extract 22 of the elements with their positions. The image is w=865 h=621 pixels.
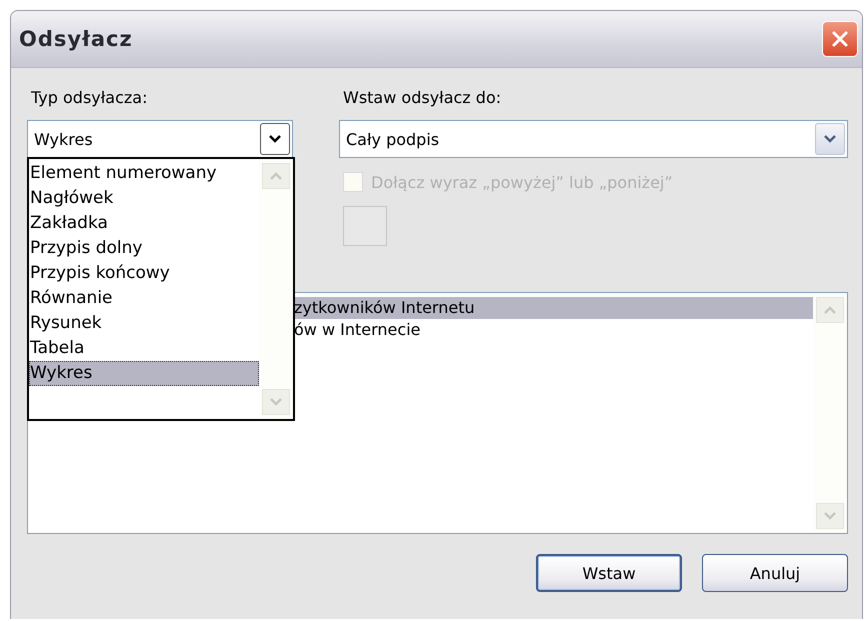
scroll-down-icon[interactable] [816, 503, 844, 529]
scroll-up-icon[interactable] [262, 163, 290, 189]
scroll-up-icon[interactable] [816, 297, 844, 323]
close-button[interactable] [822, 21, 858, 57]
caption-list-item[interactable]: ów w Internecie [294, 319, 813, 341]
dropdown-option[interactable]: Zakładka [29, 211, 259, 236]
dialog-button[interactable]: Wstaw [536, 554, 682, 592]
dropdown-option[interactable]: Nagłówek [29, 186, 259, 211]
dropdown-option[interactable]: Przypis dolny [29, 236, 259, 261]
disabled-field [343, 206, 387, 246]
dropdown-option[interactable]: Element numerowany [29, 161, 259, 186]
dropdown-option[interactable]: Wykres [29, 361, 259, 386]
reference-type-dropdown[interactable]: Wykres [27, 120, 293, 158]
scroll-down-icon[interactable] [262, 389, 290, 415]
dropdown-option[interactable]: Tabela [29, 336, 259, 361]
insert-reference-dropdown[interactable]: Cały podpis [339, 120, 848, 158]
dialog-button[interactable]: Anuluj [702, 554, 848, 592]
window-title: Odsyłacz [19, 27, 133, 51]
dropdown-option[interactable]: Przypis końcowy [29, 261, 259, 286]
reference-type-label: Typ odsyłacza: [31, 88, 148, 108]
close-icon [830, 29, 850, 49]
insert-reference-label: Wstaw odsyłacz do: [343, 88, 502, 108]
